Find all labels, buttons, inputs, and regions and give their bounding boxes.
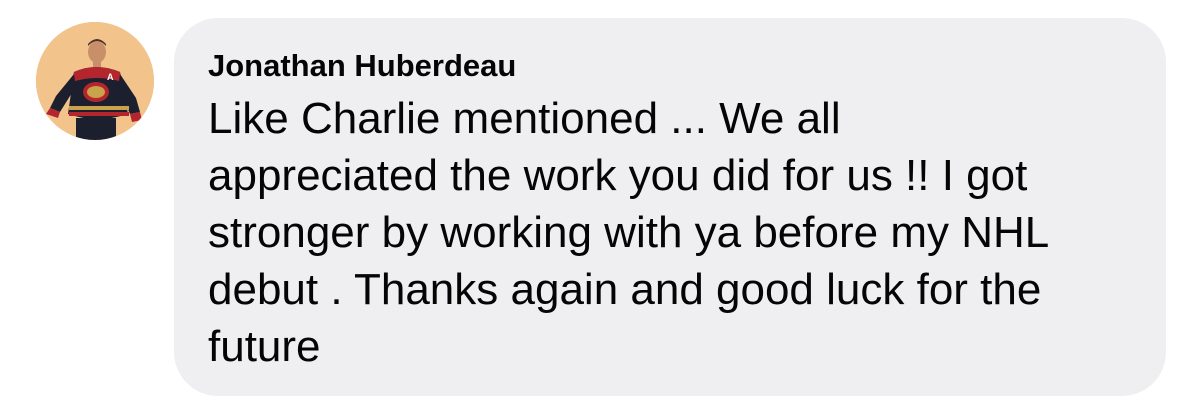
avatar-photo-icon: A	[36, 22, 154, 140]
comment-text-line: Like Charlie mentioned ... We all	[208, 94, 841, 143]
comment-text-line: appreciated the work you did for us !! I…	[208, 151, 1028, 200]
svg-text:A: A	[107, 72, 114, 82]
comment-author-name[interactable]: Jonathan Huberdeau	[208, 48, 516, 84]
comment-bubble: Jonathan Huberdeau Like Charlie mentione…	[174, 18, 1166, 396]
comment-text-line: future	[208, 322, 321, 371]
comment-text-line: debut . Thanks again and good luck for t…	[208, 265, 1042, 314]
author-avatar[interactable]: A	[36, 22, 154, 140]
comment-text-line: stronger by working with ya before my NH…	[208, 208, 1050, 257]
comment-body: Like Charlie mentioned ... We all apprec…	[208, 90, 1132, 375]
comment: A Jonathan Huberdeau Like Charlie mentio…	[0, 0, 1200, 404]
